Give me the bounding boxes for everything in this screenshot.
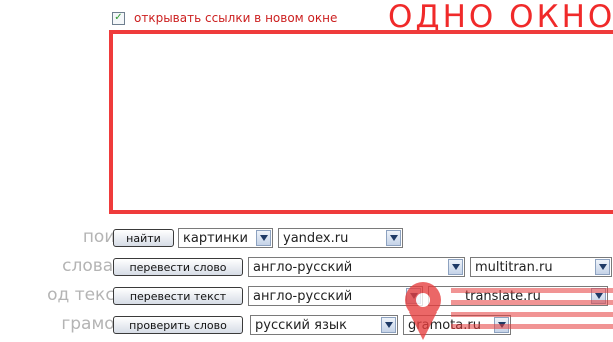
chevron-down-icon xyxy=(595,259,610,275)
search-type-select[interactable]: картинки xyxy=(178,228,273,248)
spelling-language-select[interactable]: русский язык xyxy=(250,315,398,335)
new-window-checkbox[interactable]: ✓ xyxy=(112,11,125,25)
content-frame xyxy=(109,30,613,214)
search-type-value: картинки xyxy=(183,230,248,246)
check-word-button[interactable]: проверить слово xyxy=(113,316,243,334)
new-window-option[interactable]: ✓ открывать ссылки в новом окне xyxy=(112,10,337,26)
search-row: поиск найти картинки yandex.ru xyxy=(0,227,613,250)
dictionary-direction-select[interactable]: англо-русский xyxy=(248,257,465,277)
dictionary-site-select[interactable]: multitran.ru xyxy=(470,257,612,277)
chevron-down-icon xyxy=(386,230,401,246)
search-button[interactable]: найти xyxy=(113,229,174,247)
chevron-down-icon xyxy=(256,230,271,246)
dictionary-row: словари перевести слово англо-русский mu… xyxy=(0,256,613,279)
text-direction-value: англо-русский xyxy=(253,288,353,304)
new-window-label: открывать ссылки в новом окне xyxy=(134,11,338,25)
watermark-logo xyxy=(405,282,613,340)
spelling-language-value: русский язык xyxy=(255,317,347,333)
watermark-stripes xyxy=(451,288,613,329)
chevron-down-icon xyxy=(448,259,463,275)
search-engine-select[interactable]: yandex.ru xyxy=(278,228,403,248)
dictionary-site-value: multitran.ru xyxy=(475,259,553,275)
translate-text-button[interactable]: перевести текст xyxy=(113,287,243,305)
pin-icon xyxy=(405,282,441,340)
translate-word-button[interactable]: перевести слово xyxy=(113,258,243,276)
dictionary-direction-value: англо-русский xyxy=(253,259,353,275)
search-engine-value: yandex.ru xyxy=(283,230,349,246)
